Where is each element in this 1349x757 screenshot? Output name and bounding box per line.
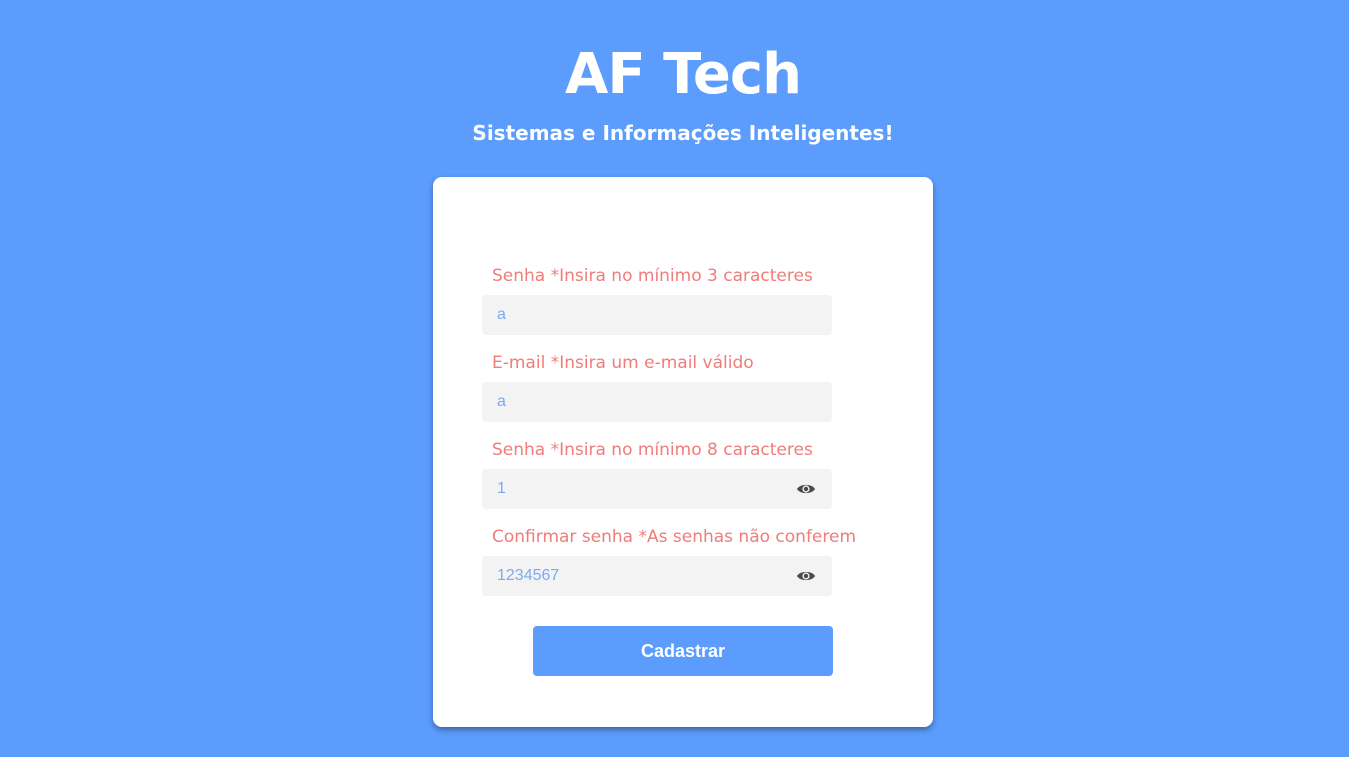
email-input[interactable] bbox=[482, 382, 797, 422]
email-field-box bbox=[482, 382, 832, 422]
app-subtitle: Sistemas e Informações Inteligentes! bbox=[472, 121, 894, 145]
name-field-box bbox=[482, 295, 832, 335]
password-field-box bbox=[482, 469, 832, 509]
password-field-label: Senha *Insira no mínimo 8 caracteres bbox=[492, 440, 813, 460]
password-input[interactable] bbox=[482, 469, 797, 509]
app-title: AF Tech bbox=[565, 42, 802, 107]
signup-page: AF Tech Sistemas e Informações Inteligen… bbox=[0, 0, 1349, 757]
signup-form-card: Senha *Insira no mínimo 3 caracteres E-m… bbox=[433, 177, 933, 727]
name-input[interactable] bbox=[482, 295, 797, 335]
confirm-password-field-box bbox=[482, 556, 832, 596]
email-field-label: E-mail *Insira um e-mail válido bbox=[492, 353, 754, 373]
confirm-password-field-label: Confirmar senha *As senhas não conferem bbox=[492, 527, 857, 547]
cadastrar-button[interactable]: Cadastrar bbox=[533, 626, 833, 676]
confirm-password-input[interactable] bbox=[482, 556, 797, 596]
eye-icon[interactable] bbox=[796, 480, 816, 498]
name-field-label: Senha *Insira no mínimo 3 caracteres bbox=[492, 266, 813, 286]
eye-icon[interactable] bbox=[796, 567, 816, 585]
